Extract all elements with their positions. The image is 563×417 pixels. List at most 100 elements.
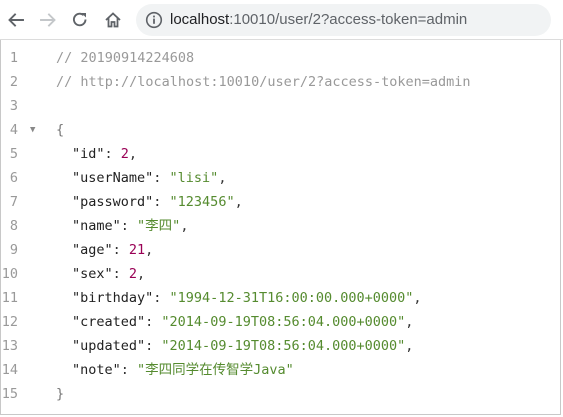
address-bar[interactable]: localhost:10010/user/2?access-token=admi…: [136, 4, 551, 36]
json-key: "note": [72, 362, 121, 378]
code-line: 7 "password": "123456",: [0, 190, 563, 214]
home-icon: [105, 12, 121, 28]
line-number-text: 4: [9, 122, 18, 138]
comma: ,: [413, 290, 422, 306]
json-key: "userName": [72, 170, 154, 186]
json-value: "123456": [169, 194, 235, 210]
line-number-text: 10: [1, 266, 18, 282]
code-line: 4 { ▼: [0, 118, 563, 142]
code-text: "note": "李四同学在传智学Java": [72, 358, 294, 382]
url-comment: // http://localhost:10010/user/2?access-…: [56, 74, 471, 90]
line-number: 12: [0, 310, 18, 334]
comma: ,: [218, 170, 227, 186]
url-text[interactable]: localhost:10010/user/2?access-token=admi…: [170, 4, 467, 36]
reload-icon: [72, 12, 87, 27]
colon: :: [104, 146, 121, 162]
code-text: "password": "123456",: [72, 190, 243, 214]
code-text: "sex": 2,: [72, 262, 145, 286]
line-number-text: 3: [9, 98, 18, 114]
code-line: 3: [0, 94, 563, 118]
line-number: 10: [0, 262, 18, 286]
line-number: 14: [0, 358, 18, 382]
json-key: "birthday": [72, 290, 154, 306]
json-viewer: 1 // 20190914224608 2 // http://localhost:1…: [0, 40, 563, 415]
colon: :: [153, 194, 170, 210]
json-value: "李四": [137, 218, 181, 234]
code-line: 11 "birthday": "1994-12-31T16:00:00.000+0…: [0, 286, 563, 310]
url-host: localhost: [170, 11, 230, 28]
line-number: 15: [0, 382, 18, 406]
json-key: "id": [72, 146, 105, 162]
json-key: "name": [72, 218, 121, 234]
json-value: "2014-09-19T08:56:04.000+0000": [161, 338, 406, 354]
code-line: 12 "created": "2014-09-19T08:56:04.000+00…: [0, 310, 563, 334]
fold-toggle-icon[interactable]: ▼: [30, 118, 35, 142]
colon: :: [145, 314, 162, 330]
line-number: 13: [0, 334, 18, 358]
line-number-text: 7: [9, 194, 18, 210]
line-number-text: 12: [1, 314, 18, 330]
browser-toolbar: localhost:10010/user/2?access-token=admi…: [0, 0, 563, 40]
code-text: "age": 21,: [72, 238, 153, 262]
code-text: "userName": "lisi",: [72, 166, 226, 190]
line-number-text: 11: [1, 290, 18, 306]
forward-button[interactable]: [36, 8, 60, 32]
comma: ,: [128, 146, 138, 162]
colon: :: [112, 266, 129, 282]
json-value: "2014-09-19T08:56:04.000+0000": [161, 314, 406, 330]
code-text: "birthday": "1994-12-31T16:00:00.000+000…: [72, 286, 422, 310]
forward-arrow-icon: [40, 13, 56, 27]
colon: :: [145, 338, 162, 354]
line-number-text: 6: [9, 170, 18, 186]
code-line: 13 "updated": "2014-09-19T08:56:04.000+00…: [0, 334, 563, 358]
json-key: "sex": [72, 266, 113, 282]
colon: :: [112, 242, 129, 258]
colon: :: [153, 170, 170, 186]
colon: :: [153, 290, 170, 306]
code-line: 8 "name": "李四",: [0, 214, 563, 238]
back-button[interactable]: [4, 8, 28, 32]
json-key: "updated": [72, 338, 146, 354]
json-value: 2: [128, 266, 138, 282]
code-line: 10 "sex": 2,: [0, 262, 563, 286]
comma: ,: [137, 266, 146, 282]
url-path: :10010/user/2?access-token=admin: [229, 11, 468, 28]
home-button[interactable]: [101, 8, 125, 32]
line-number-text: 14: [1, 362, 18, 378]
code-line: 5 "id": 2,: [0, 142, 563, 166]
line-number-text: 2: [9, 74, 18, 90]
json-key: "password": [72, 194, 154, 210]
code-line: 6 "userName": "lisi",: [0, 166, 563, 190]
code-line: 1 // 20190914224608: [0, 46, 563, 70]
code-text: {: [56, 118, 64, 142]
json-key: "created": [72, 314, 146, 330]
code-text: // http://localhost:10010/user/2?access-…: [56, 70, 471, 94]
code-text: "updated": "2014-09-19T08:56:04.000+0000…: [72, 334, 413, 358]
line-number-text: 9: [9, 242, 18, 258]
code-line: 14 "note": "李四同学在传智学Java": [0, 358, 563, 382]
code-line: 2 // http://localhost:10010/user/2?access…: [0, 70, 563, 94]
line-number: 9: [0, 238, 18, 262]
comma: ,: [405, 338, 414, 354]
comma: ,: [180, 218, 189, 234]
code-line: 9 "age": 21,: [0, 238, 563, 262]
code-text: "name": "李四",: [72, 214, 188, 238]
json-value: "1994-12-31T16:00:00.000+0000": [169, 290, 414, 306]
reload-button[interactable]: [68, 8, 92, 32]
timestamp-comment: // 20190914224608: [56, 50, 195, 66]
line-number-text: 13: [1, 338, 18, 354]
code-text: // 20190914224608: [56, 46, 194, 70]
line-number: 2: [0, 70, 18, 94]
line-number: 1: [0, 46, 18, 70]
info-icon[interactable]: [145, 11, 163, 29]
comma: ,: [145, 242, 154, 258]
json-value: "李四同学在传智学Java": [137, 362, 294, 378]
line-number-text: 8: [9, 218, 18, 234]
colon: :: [120, 218, 138, 234]
code-text: }: [56, 382, 64, 406]
json-value: 21: [128, 242, 146, 258]
code-line: 15}: [0, 382, 563, 406]
line-number: 5: [0, 142, 18, 166]
line-number-text: 1: [9, 50, 18, 66]
json-value: "lisi": [169, 170, 219, 186]
